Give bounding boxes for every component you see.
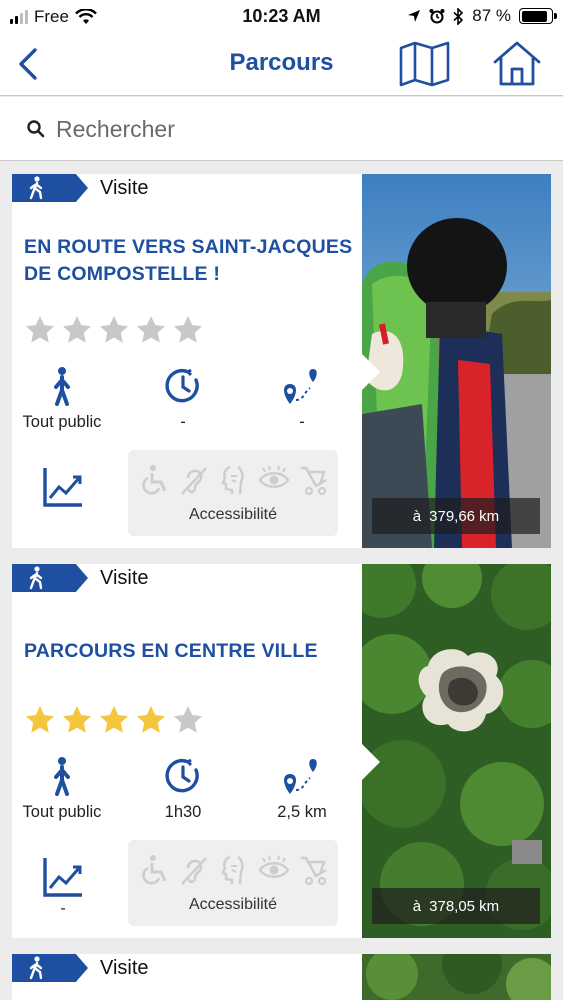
type-label: Visite xyxy=(100,567,149,589)
star-filled-icon xyxy=(100,706,128,733)
accessibility-label: Accessibilité xyxy=(188,506,278,523)
rating-stars xyxy=(24,314,204,346)
visual-impaired-icon xyxy=(258,465,290,488)
audience-stat: Tout public xyxy=(22,756,102,822)
bluetooth-icon xyxy=(453,7,464,25)
route-card[interactable]: Visite PARCOURS EN CENTRE VILLE Tout pub… xyxy=(12,564,551,938)
rating-stars xyxy=(24,704,204,736)
route-title: EN ROUTE VERS SAINT-JACQUES DE COMPOSTEL… xyxy=(24,236,353,285)
walking-person-icon xyxy=(29,176,43,200)
difficulty-value: - xyxy=(60,900,66,917)
route-photo[interactable]: à 378,05 km xyxy=(362,564,551,938)
star-empty-icon xyxy=(174,316,202,343)
search-icon xyxy=(27,120,45,138)
duration-stat: 1h30 xyxy=(143,756,223,822)
route-pins-icon xyxy=(284,369,317,404)
route-card[interactable]: Visite xyxy=(12,954,551,1000)
accessibility-panel[interactable]: Accessibilité xyxy=(128,840,338,926)
battery-icon xyxy=(519,8,557,24)
route-photo[interactable] xyxy=(362,954,551,1000)
visual-impaired-icon xyxy=(258,855,290,878)
route-pins-icon xyxy=(284,759,317,794)
route-card[interactable]: Visite EN ROUTE VERS SAINT-JACQUES DE CO… xyxy=(12,174,551,548)
star-empty-icon xyxy=(137,316,165,343)
type-label: Visite xyxy=(100,957,149,979)
stroller-icon xyxy=(301,856,327,886)
distance-from-user: à 379,66 km xyxy=(372,498,540,534)
wheelchair-icon xyxy=(142,465,167,495)
map-icon xyxy=(399,41,450,87)
duration-value: - xyxy=(180,413,186,431)
walking-person-icon xyxy=(29,566,43,590)
hearing-impaired-icon xyxy=(181,467,207,495)
distance-prefix: à xyxy=(412,507,422,525)
walking-person-icon xyxy=(29,956,43,980)
accessibility-label: Accessibilité xyxy=(188,896,278,913)
duration-value: 1h30 xyxy=(164,803,202,821)
distance-from-user-value: 378,05 km xyxy=(429,897,500,915)
clock-icon xyxy=(165,758,199,793)
duration-stat: - xyxy=(143,366,223,432)
star-empty-icon xyxy=(26,316,54,343)
star-empty-icon xyxy=(174,706,202,733)
alarm-icon xyxy=(429,9,445,24)
hiker-backpack-photo xyxy=(362,174,551,548)
difficulty-chart-icon xyxy=(43,468,82,507)
forest-photo xyxy=(362,954,551,1000)
distance-value: 2,5 km xyxy=(277,803,327,821)
walking-person-icon xyxy=(54,367,70,406)
accessibility-panel[interactable]: Accessibilité xyxy=(128,450,338,536)
star-empty-icon xyxy=(63,316,91,343)
map-button[interactable] xyxy=(398,40,452,88)
mental-disability-icon xyxy=(221,465,244,495)
star-filled-icon xyxy=(63,706,91,733)
location-arrow-icon xyxy=(408,10,421,22)
search-input[interactable] xyxy=(56,111,536,147)
hearing-impaired-icon xyxy=(181,857,207,885)
audience-label: Tout public xyxy=(22,803,102,821)
route-title: PARCOURS EN CENTRE VILLE xyxy=(24,640,318,662)
type-badge xyxy=(12,564,88,592)
star-filled-icon xyxy=(26,706,54,733)
star-empty-icon xyxy=(100,316,128,343)
battery-percent: 87 % xyxy=(472,6,511,25)
home-icon xyxy=(493,41,541,86)
home-button[interactable] xyxy=(492,40,542,88)
distance-stat: - xyxy=(262,366,342,432)
aerial-tower-photo xyxy=(362,564,551,938)
wheelchair-icon xyxy=(142,855,167,885)
star-filled-icon xyxy=(137,706,165,733)
navigation-bar: Parcours xyxy=(0,32,563,96)
audience-stat: Tout public xyxy=(22,366,102,432)
status-bar: Free 10:23 AM 87 % xyxy=(0,0,563,32)
card-notch xyxy=(362,354,380,390)
type-label: Visite xyxy=(100,177,149,199)
clock-icon xyxy=(165,368,199,403)
audience-label: Tout public xyxy=(22,413,102,431)
distance-from-user: à 378,05 km xyxy=(372,888,540,924)
walking-person-icon xyxy=(54,757,70,796)
distance-stat: 2,5 km xyxy=(262,756,342,822)
type-badge xyxy=(12,954,88,982)
card-notch xyxy=(362,744,380,780)
type-badge xyxy=(12,174,88,202)
route-photo[interactable]: à 379,66 km xyxy=(362,174,551,548)
search-bar xyxy=(0,97,563,161)
page-title: Parcours xyxy=(229,49,334,76)
distance-from-user-value: 379,66 km xyxy=(429,507,500,525)
difficulty-chart-icon xyxy=(43,858,82,897)
mental-disability-icon xyxy=(221,855,244,885)
stroller-icon xyxy=(301,466,327,496)
distance-value: - xyxy=(299,413,305,431)
distance-prefix: à xyxy=(412,897,422,915)
